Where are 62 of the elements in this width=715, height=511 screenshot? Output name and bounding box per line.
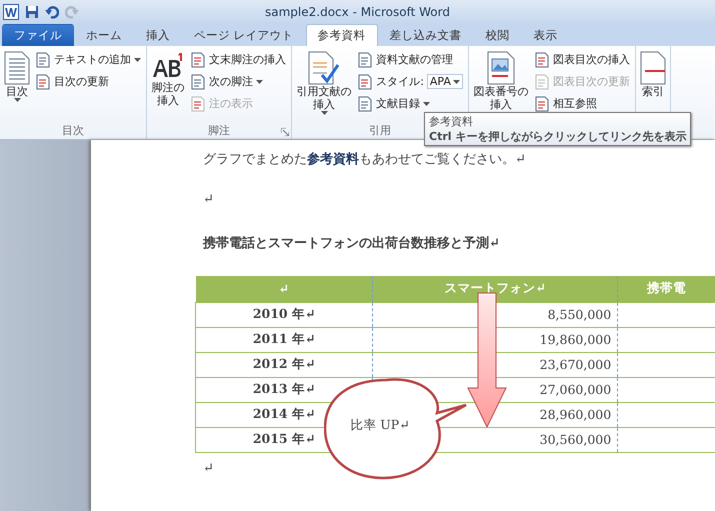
column-header: ↵ — [196, 276, 373, 302]
document-icon — [35, 52, 51, 68]
ribbon-tab[interactable]: 校閲 — [474, 24, 522, 46]
document-icon — [357, 96, 374, 112]
document-icon — [190, 96, 206, 112]
ribbon-tab[interactable]: ファイル — [2, 24, 74, 46]
word-logo-icon[interactable] — [3, 4, 19, 20]
ribbon-button[interactable]: 図表目次の挿入 — [532, 49, 632, 70]
document-icon — [190, 74, 206, 90]
caret-icon — [452, 80, 460, 84]
table-heading: 携帯電話とスマートフォンの出荷台数推移と予測↵ — [203, 234, 501, 252]
document-icon — [534, 96, 550, 112]
ribbon-button[interactable]: 目次 — [3, 49, 31, 123]
ribbon-button[interactable]: 脚注の挿入 — [150, 49, 186, 123]
caret-icon — [423, 102, 430, 106]
caret-icon — [256, 80, 264, 84]
save-icon[interactable] — [25, 5, 39, 19]
group-label: 目次 — [62, 123, 84, 139]
window-title: sample2.docx - Microsoft Word — [264, 5, 451, 19]
document-icon — [35, 74, 51, 90]
ribbon-button[interactable]: 次の脚注 — [188, 71, 288, 92]
table-cell: 2012 年↵ — [196, 352, 373, 377]
document-icon — [4, 51, 30, 85]
document-icon — [357, 52, 374, 68]
ribbon-button[interactable]: 目次の更新 — [33, 71, 143, 92]
paragraph: グラフでまとめた参考資料もあわせてご覧ください。↵ — [203, 151, 527, 168]
group-label: 引用 — [368, 123, 391, 139]
ribbon-tab[interactable]: 表示 — [522, 24, 570, 46]
ribbon-tab[interactable]: 挿入 — [134, 24, 182, 46]
document-icon — [357, 74, 374, 90]
ribbon-button[interactable]: 文献目録 — [355, 93, 465, 114]
ribbon-button[interactable]: 資料文献の管理 — [355, 49, 465, 70]
paragraph: ↵ — [203, 192, 215, 209]
ribbon-tab[interactable]: 参考資料 — [306, 24, 378, 46]
ribbon-button[interactable]: スタイル: APA — [355, 71, 465, 92]
ribbon-button[interactable]: 引用文献の挿入 — [295, 49, 354, 123]
table-cell: 2011 年↵ — [196, 327, 373, 352]
tooltip-title: 参考資料 — [429, 114, 474, 129]
paragraph: ↵ — [203, 460, 215, 478]
document-icon — [534, 74, 550, 90]
citation-icon — [308, 51, 340, 85]
group-label: 脚注 — [208, 123, 230, 139]
caret-icon — [134, 58, 141, 62]
ribbon-tab[interactable]: ホーム — [74, 24, 134, 46]
ribbon-button[interactable]: 相互参照 — [532, 93, 632, 114]
tooltip-text: Ctrl キーを押しながらクリックしてリンク先を表示 — [429, 129, 686, 144]
caret-icon — [320, 111, 328, 115]
dialog-launcher-icon[interactable] — [281, 128, 290, 136]
ribbon-button[interactable]: 索引 — [638, 49, 667, 123]
ribbon-tab[interactable]: ページ レイアウト — [182, 24, 306, 46]
picture-document-icon — [486, 51, 515, 85]
document-icon — [640, 51, 666, 85]
caret-icon — [14, 98, 20, 102]
undo-icon[interactable] — [45, 5, 59, 19]
ribbon-button[interactable]: テキストの追加 — [33, 49, 143, 70]
document-icon — [190, 52, 206, 68]
column-header: 携帯電 — [618, 276, 715, 302]
style-select[interactable]: APA — [426, 74, 463, 89]
ribbon-button[interactable]: 文末脚注の挿入 — [188, 49, 288, 70]
document-icon — [534, 52, 550, 68]
table-cell: 2010 年↵ — [196, 302, 373, 327]
ribbon-tab[interactable]: 差し込み文書 — [378, 24, 474, 46]
